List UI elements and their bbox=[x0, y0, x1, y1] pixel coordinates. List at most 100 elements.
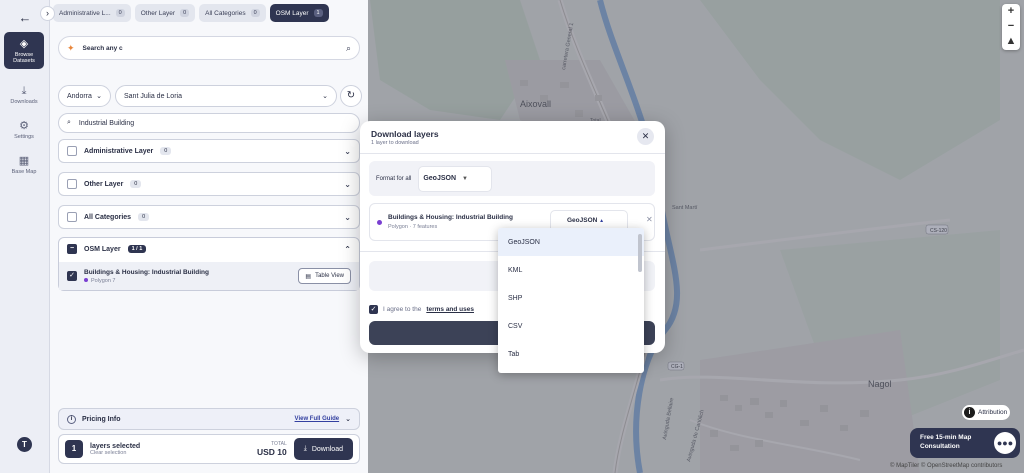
checkbox-checked[interactable]: ✓ bbox=[67, 271, 77, 281]
count-badge: 0 bbox=[130, 180, 142, 188]
terms-agreement: ✓ I agree to the terms and uses bbox=[369, 305, 474, 314]
tab-count: 0 bbox=[180, 9, 190, 17]
tab-administrative[interactable]: Administrative L... 0 bbox=[53, 4, 131, 22]
dropdown-option-kml[interactable]: KML bbox=[498, 256, 644, 284]
zoom-in-button[interactable]: + bbox=[1002, 4, 1020, 19]
tab-count: 1 bbox=[313, 9, 323, 17]
zoom-out-button[interactable]: − bbox=[1002, 19, 1020, 34]
category-tabs: Administrative L... 0 Other Layer 0 All … bbox=[53, 4, 329, 22]
format-for-all-select[interactable]: GeoJSON ▼ bbox=[418, 165, 493, 192]
layer-item[interactable]: ✓ Buildings & Housing: Industrial Buildi… bbox=[59, 262, 359, 290]
modal-subtitle: 1 layer to download bbox=[371, 140, 419, 146]
refresh-icon[interactable]: ↻ bbox=[340, 85, 362, 107]
search-icon[interactable]: ⌕ bbox=[346, 43, 351, 54]
osm-layer-header[interactable]: − OSM Layer 1 / 1 ⌃ bbox=[59, 238, 359, 260]
tab-all-categories[interactable]: All Categories 0 bbox=[199, 4, 266, 22]
download-button[interactable]: ⤓ Download bbox=[293, 438, 353, 460]
polygon-dot-icon bbox=[84, 277, 88, 282]
layer-filter-input[interactable]: ⌕ Industrial Building bbox=[58, 113, 360, 133]
tabs-scroll-right-icon[interactable]: › bbox=[40, 6, 55, 21]
rail-item-downloads[interactable]: ⤓ Downloads bbox=[4, 85, 44, 105]
compass-icon[interactable]: ▲ bbox=[1002, 34, 1020, 49]
map-credits: © MapTiler © OpenStreetMap contributors bbox=[890, 463, 1003, 469]
group-all-categories[interactable]: All Categories 0 ⌄ bbox=[58, 205, 360, 229]
avatar[interactable]: T bbox=[17, 437, 32, 452]
dropdown-scrollbar[interactable] bbox=[638, 234, 642, 272]
layer-item-name: Buildings & Housing: Industrial Building bbox=[84, 268, 209, 276]
checkbox-partial[interactable]: − bbox=[67, 244, 77, 254]
total-value: USD 10 bbox=[256, 447, 287, 457]
info-icon: i bbox=[964, 407, 975, 418]
chevron-down-icon[interactable]: ⌄ bbox=[345, 415, 351, 423]
selected-count: 1 bbox=[65, 440, 83, 458]
rail-item-base-map[interactable]: ▦ Base Map bbox=[4, 155, 44, 175]
sparkle-icon: ✦ bbox=[67, 42, 75, 53]
modal-title: Download layers bbox=[371, 129, 439, 139]
remove-layer-icon[interactable]: ✕ bbox=[646, 215, 653, 224]
chevron-down-icon[interactable]: ⌄ bbox=[344, 213, 351, 222]
zoom-control: + − ▲ bbox=[1002, 4, 1020, 50]
region-select[interactable]: Sant Julia de Loria ⌄ bbox=[115, 85, 337, 107]
chevron-down-icon: ⌄ bbox=[322, 93, 328, 100]
rail-item-label: Browse Datasets bbox=[13, 52, 35, 64]
selection-footer: 1 layers selected Clear selection TOTAL … bbox=[58, 434, 360, 464]
tab-count: 0 bbox=[115, 9, 125, 17]
dropdown-option-csv[interactable]: CSV bbox=[498, 312, 644, 340]
chevron-down-icon[interactable]: ⌄ bbox=[344, 147, 351, 156]
format-label: Format for all bbox=[376, 175, 412, 182]
terms-link[interactable]: terms and uses bbox=[426, 306, 474, 313]
rail-item-label: Base Map bbox=[11, 169, 37, 175]
tab-count: 0 bbox=[250, 9, 260, 17]
clear-selection-link[interactable]: Clear selection bbox=[90, 450, 140, 456]
chevron-up-icon[interactable]: ⌃ bbox=[344, 245, 351, 254]
terms-checkbox[interactable]: ✓ bbox=[369, 305, 378, 314]
consultation-button[interactable]: Free 15-min Map Consultation ●●● bbox=[910, 428, 1020, 458]
map-icon: ▦ bbox=[18, 155, 30, 167]
divider bbox=[360, 153, 665, 154]
table-icon: ▤ bbox=[305, 273, 312, 280]
tab-osm-layer[interactable]: OSM Layer 1 bbox=[269, 4, 329, 22]
gear-icon: ⚙ bbox=[19, 120, 29, 132]
format-for-all-row: Format for all GeoJSON ▼ bbox=[369, 161, 655, 196]
chevron-down-icon: ▼ bbox=[462, 175, 468, 182]
dropdown-option-shp[interactable]: SHP bbox=[498, 284, 644, 312]
group-administrative-layer[interactable]: Administrative Layer 0 ⌄ bbox=[58, 139, 360, 163]
checkbox[interactable] bbox=[67, 179, 77, 189]
polygon-dot-icon bbox=[377, 220, 382, 225]
chevron-up-icon: ▲ bbox=[599, 218, 605, 224]
attribution-button[interactable]: i Attribution bbox=[962, 405, 1010, 420]
chevron-down-icon: ⌄ bbox=[96, 93, 102, 100]
count-badge: 0 bbox=[138, 213, 150, 221]
download-icon: ⤓ bbox=[303, 445, 307, 452]
search-input[interactable]: Search any c bbox=[83, 45, 338, 52]
search-icon: ⌕ bbox=[67, 119, 71, 126]
checkbox[interactable] bbox=[67, 146, 77, 156]
tab-other-layer[interactable]: Other Layer 0 bbox=[134, 4, 196, 22]
modal-layer-name: Buildings & Housing: Industrial Building bbox=[388, 214, 513, 221]
count-badge: 1 / 1 bbox=[127, 245, 147, 253]
dropdown-option-tab[interactable]: Tab bbox=[498, 340, 644, 368]
chevron-down-icon[interactable]: ⌄ bbox=[344, 180, 351, 189]
close-icon[interactable]: ✕ bbox=[637, 128, 654, 145]
ai-search-bar[interactable]: ✦ Search any c ⌕ bbox=[58, 36, 360, 60]
checkbox[interactable] bbox=[67, 212, 77, 222]
rail-item-label: Settings bbox=[14, 134, 34, 140]
group-osm-layer: − OSM Layer 1 / 1 ⌃ ✓ Buildings & Housin… bbox=[58, 237, 360, 291]
layer-item-sub: Polygon 7 bbox=[91, 277, 116, 284]
group-other-layer[interactable]: Other Layer 0 ⌄ bbox=[58, 172, 360, 196]
layers-selected-label: layers selected bbox=[90, 442, 141, 450]
view-full-guide-link[interactable]: View Full Guide bbox=[295, 416, 340, 422]
rail-item-browse-datasets[interactable]: ◈ Browse Datasets bbox=[4, 32, 44, 69]
dropdown-option-geojson[interactable]: GeoJSON bbox=[498, 228, 644, 256]
table-view-button[interactable]: ▤ Table View bbox=[298, 268, 351, 284]
count-badge: 0 bbox=[160, 147, 172, 155]
chat-icon: ●●● bbox=[994, 432, 1016, 454]
format-dropdown-menu: GeoJSON KML SHP CSV Tab bbox=[498, 228, 644, 373]
country-select[interactable]: Andorra ⌄ bbox=[58, 85, 111, 107]
pricing-info-bar[interactable]: i Pricing Info View Full Guide ⌄ bbox=[58, 408, 360, 430]
rail-item-settings[interactable]: ⚙ Settings bbox=[4, 120, 44, 140]
info-icon: i bbox=[67, 414, 76, 424]
layers-icon: ◈ bbox=[19, 38, 29, 50]
back-arrow-icon[interactable]: ← bbox=[15, 10, 35, 26]
modal-layer-sub: Polygon · 7 features bbox=[388, 224, 438, 230]
